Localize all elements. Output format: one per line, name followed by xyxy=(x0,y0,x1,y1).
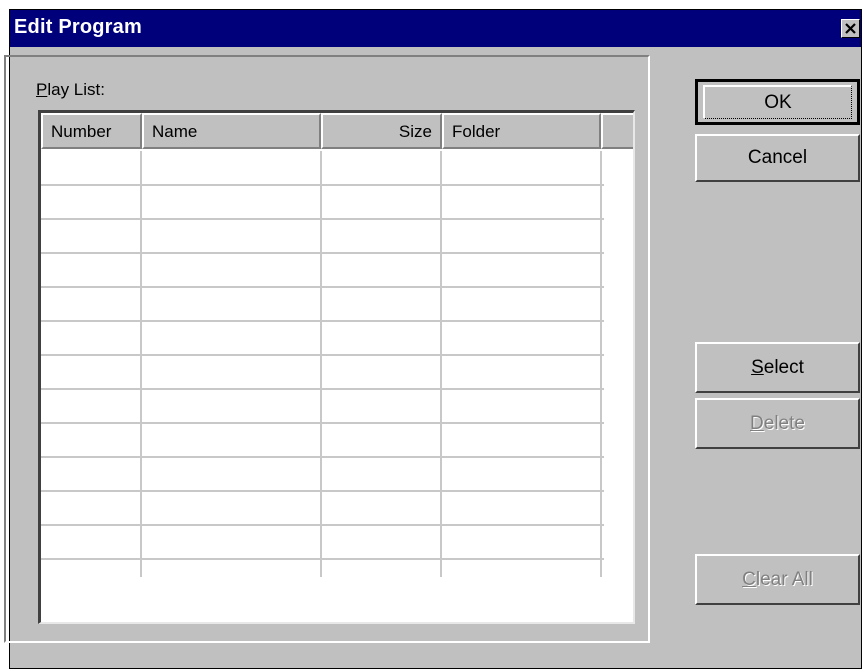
table-row[interactable] xyxy=(41,219,604,254)
table-row[interactable] xyxy=(41,253,604,288)
table-row[interactable] xyxy=(41,525,604,560)
table-row[interactable] xyxy=(41,287,604,322)
table-row[interactable] xyxy=(41,457,604,492)
table-row[interactable] xyxy=(41,355,604,390)
table-row[interactable] xyxy=(41,151,604,186)
cancel-button[interactable]: Cancel xyxy=(695,134,860,182)
delete-button[interactable]: Delete xyxy=(695,398,860,449)
delete-button-label: Delete xyxy=(750,412,805,434)
table-row[interactable] xyxy=(41,389,604,424)
column-header-size[interactable]: Size xyxy=(321,113,442,149)
table-row[interactable] xyxy=(41,423,604,458)
playlist-listview[interactable]: Number Name Size Folder xyxy=(38,110,635,624)
clear-all-button-label: Clear All xyxy=(742,568,813,590)
playlist-label: Play List: xyxy=(36,80,105,99)
select-button-label: Select xyxy=(751,356,804,378)
clear-all-button[interactable]: Clear All xyxy=(695,554,860,605)
table-row[interactable] xyxy=(41,185,604,220)
ok-button[interactable]: OK xyxy=(695,79,860,125)
table-row[interactable] xyxy=(41,321,604,356)
column-header-folder[interactable]: Folder xyxy=(442,113,601,149)
close-button[interactable] xyxy=(841,19,860,38)
title-bar[interactable]: Edit Program xyxy=(10,10,861,47)
column-header-filler xyxy=(601,113,633,149)
column-header-name[interactable]: Name xyxy=(142,113,321,149)
listview-header: Number Name Size Folder xyxy=(41,113,633,149)
select-button[interactable]: Select xyxy=(695,342,860,393)
column-header-number[interactable]: Number xyxy=(41,113,142,149)
close-icon xyxy=(845,23,856,34)
table-row[interactable] xyxy=(41,491,604,526)
window-title: Edit Program xyxy=(14,16,142,38)
cancel-button-label: Cancel xyxy=(747,147,808,168)
ok-button-label: OK xyxy=(764,91,792,113)
